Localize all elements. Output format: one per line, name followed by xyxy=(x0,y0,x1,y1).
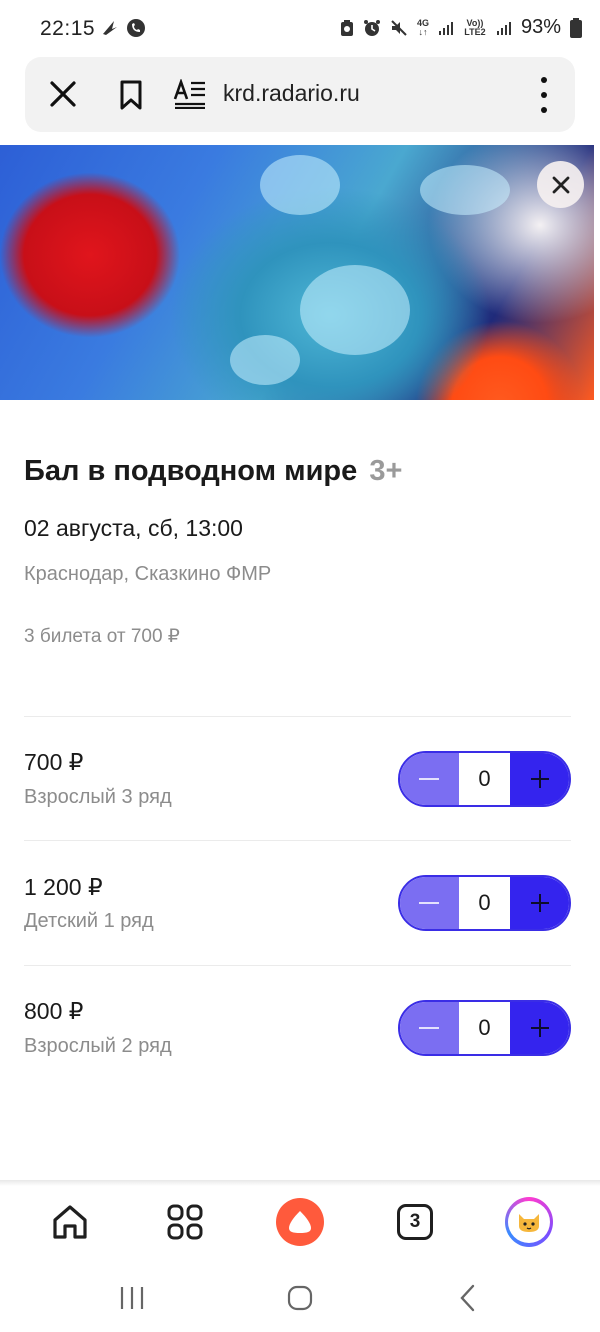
mute-notification-icon xyxy=(103,21,117,35)
decrement-button[interactable] xyxy=(400,877,459,929)
event-cover-image xyxy=(0,145,594,400)
phone-call-icon xyxy=(127,19,145,37)
divider xyxy=(24,840,571,841)
quantity-value[interactable]: 0 xyxy=(458,753,511,805)
home-icon xyxy=(53,1205,87,1239)
services-button[interactable] xyxy=(161,1198,209,1246)
back-button[interactable] xyxy=(448,1280,488,1316)
volte-icon: Vo)) LTE2 xyxy=(464,17,486,37)
recents-icon xyxy=(120,1287,144,1309)
home-circle-icon xyxy=(287,1285,313,1311)
network-4g-icon: 4G ↓↑ xyxy=(416,17,429,37)
close-icon xyxy=(552,176,569,193)
tickets-summary: 3 билета от 700 ₽ xyxy=(24,626,180,647)
battery-saver-icon xyxy=(340,19,353,36)
status-bar: 22:15 4G ↓↑ Vo)) LTE2 93% xyxy=(0,0,600,58)
divider xyxy=(24,716,571,717)
bookmark-icon[interactable] xyxy=(117,79,145,111)
system-nav-bar xyxy=(0,1262,600,1332)
url-text[interactable]: krd.radario.ru xyxy=(223,80,360,107)
back-icon xyxy=(460,1284,475,1312)
recents-button[interactable] xyxy=(112,1280,152,1316)
close-modal-button[interactable] xyxy=(537,161,584,208)
tabs-button[interactable]: 3 xyxy=(391,1198,439,1246)
plus-icon xyxy=(530,1019,549,1037)
ticket-description: Взрослый 2 ряд xyxy=(24,1035,172,1057)
plus-icon xyxy=(530,894,549,912)
ticket-price: 1 200 ₽ xyxy=(24,874,103,900)
mute-icon xyxy=(391,19,407,36)
minus-icon xyxy=(419,1027,440,1029)
status-time: 22:15 xyxy=(40,17,96,40)
ticket-price: 800 ₽ xyxy=(24,998,84,1024)
increment-button[interactable] xyxy=(510,1002,569,1054)
quantity-stepper: 0 xyxy=(398,875,571,931)
event-title: Бал в подводном мире 3+ xyxy=(24,455,403,487)
age-rating-badge: 3+ xyxy=(369,455,403,487)
reader-mode-icon[interactable] xyxy=(173,79,207,109)
battery-icon xyxy=(570,17,582,38)
close-icon[interactable] xyxy=(47,78,79,110)
increment-button[interactable] xyxy=(510,877,569,929)
services-grid-icon xyxy=(167,1204,203,1240)
plus-icon xyxy=(530,770,549,788)
ticket-price: 700 ₽ xyxy=(24,749,84,775)
browser-url-bar: krd.radario.ru xyxy=(25,57,575,132)
minus-icon xyxy=(419,902,440,904)
ticket-description: Детский 1 ряд xyxy=(24,910,154,932)
quantity-stepper: 0 xyxy=(398,1000,571,1056)
signal-2-icon xyxy=(496,21,511,35)
increment-button[interactable] xyxy=(510,753,569,805)
alice-button[interactable] xyxy=(276,1198,324,1246)
avatar-icon xyxy=(505,1197,553,1247)
alarm-icon xyxy=(363,19,380,36)
tabs-icon: 3 xyxy=(397,1204,433,1240)
event-date: 02 августа, сб, 13:00 xyxy=(24,515,243,541)
profile-button[interactable] xyxy=(505,1197,553,1247)
signal-icon xyxy=(438,21,453,35)
ticket-description: Взрослый 3 ряд xyxy=(24,786,172,808)
quantity-stepper: 0 xyxy=(398,751,571,807)
browser-bottom-bar: 3 xyxy=(0,1186,600,1258)
quantity-value[interactable]: 0 xyxy=(458,1002,511,1054)
home-button[interactable] xyxy=(46,1198,94,1246)
divider xyxy=(24,965,571,966)
battery-percent: 93% xyxy=(520,16,561,38)
decrement-button[interactable] xyxy=(400,753,459,805)
more-vert-icon[interactable] xyxy=(539,77,549,113)
quantity-value[interactable]: 0 xyxy=(458,877,511,929)
minus-icon xyxy=(419,778,440,780)
home-nav-button[interactable] xyxy=(280,1280,320,1316)
event-venue: Краснодар, Сказкино ФМР xyxy=(24,563,272,585)
alice-icon xyxy=(276,1198,324,1246)
decrement-button[interactable] xyxy=(400,1002,459,1054)
